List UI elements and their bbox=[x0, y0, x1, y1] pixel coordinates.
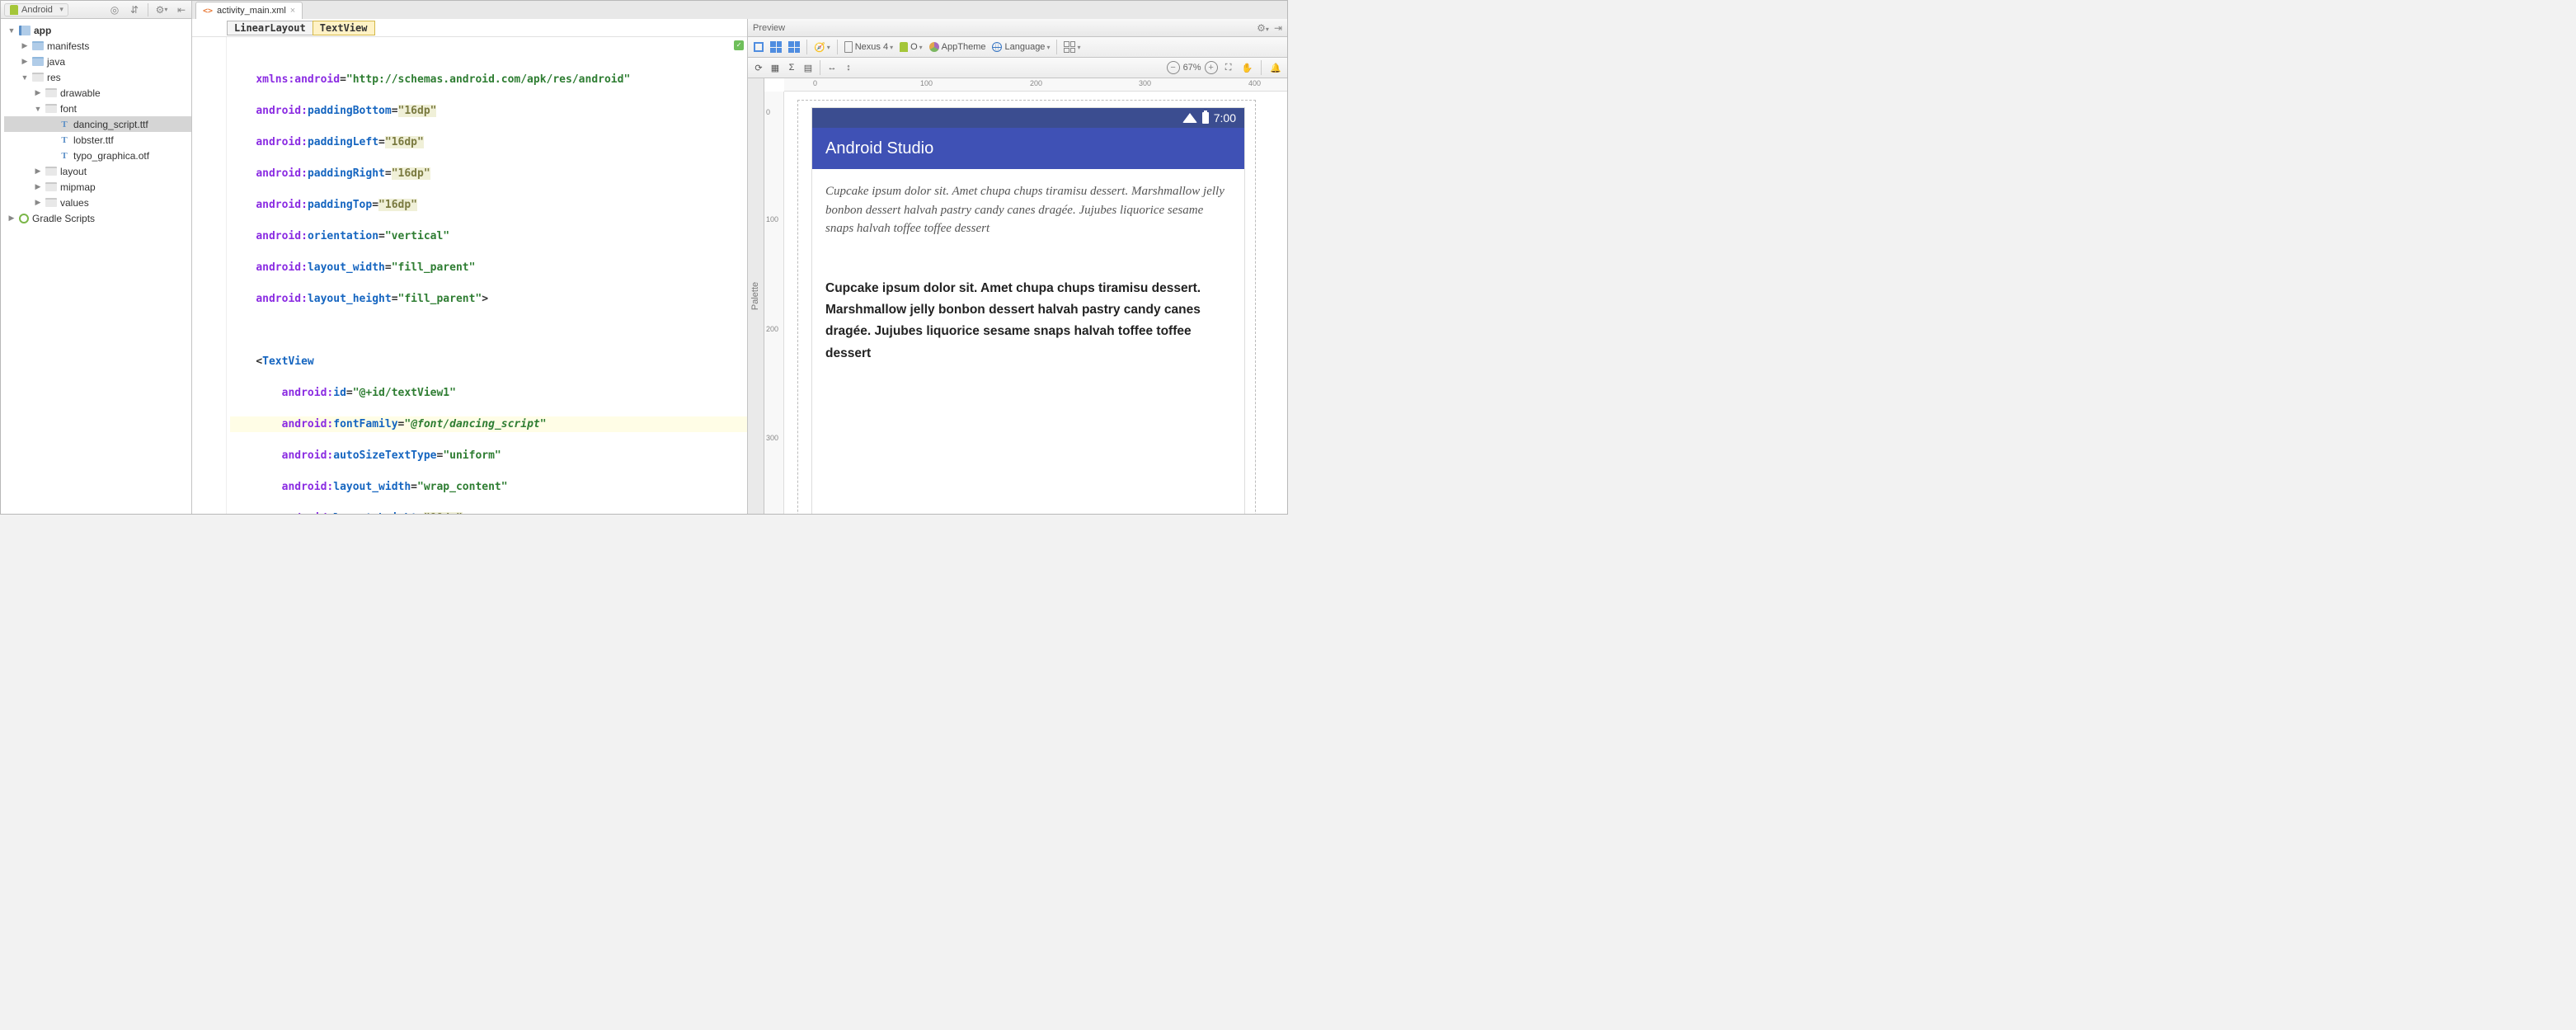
ruler-vertical: 0 100 200 300 bbox=[764, 92, 784, 514]
textview2[interactable]: Cupcake ipsum dolor sit. Amet chupa chup… bbox=[825, 278, 1231, 364]
device-icon bbox=[844, 41, 853, 53]
api-selector[interactable]: O▾ bbox=[897, 40, 925, 54]
status-time: 7:00 bbox=[1214, 111, 1236, 125]
folder-icon bbox=[32, 41, 44, 50]
zoom-level: 67% bbox=[1183, 63, 1201, 73]
tree-node-gradle-scripts[interactable]: ▶ Gradle Scripts bbox=[4, 210, 191, 226]
tree-node-lobster[interactable]: T lobster.ttf bbox=[4, 132, 191, 148]
refresh-button[interactable]: ⟳ bbox=[751, 60, 766, 75]
status-bar: 7:00 bbox=[812, 108, 1244, 128]
folder-icon bbox=[45, 104, 57, 113]
sigma-button[interactable]: Σ bbox=[784, 60, 799, 75]
preview-canvas[interactable]: 0 100 200 300 400 0 100 200 300 bbox=[764, 78, 1287, 514]
module-name: Android bbox=[21, 5, 53, 15]
app-bar: Android Studio bbox=[812, 128, 1244, 169]
target-icon[interactable]: ◎ bbox=[108, 3, 121, 16]
project-tree[interactable]: ▼ app ▶ manifests ▶ java ▼ res ▶ drawa bbox=[1, 19, 192, 514]
tree-node-res[interactable]: ▼ res bbox=[4, 69, 191, 85]
globe-icon bbox=[992, 42, 1002, 52]
both-view-button[interactable] bbox=[786, 40, 802, 54]
app-title: Android Studio bbox=[825, 139, 933, 158]
design-view-button[interactable] bbox=[751, 40, 766, 54]
inspection-ok-icon: ✓ bbox=[734, 40, 744, 50]
hide-icon[interactable]: ⇥ bbox=[1274, 22, 1282, 34]
palette-strip[interactable]: Palette bbox=[748, 78, 764, 514]
notifications-button[interactable]: 🔔 bbox=[1267, 60, 1284, 75]
tree-node-manifests[interactable]: ▶ manifests bbox=[4, 38, 191, 54]
close-icon[interactable]: × bbox=[290, 6, 295, 16]
font-file-icon: T bbox=[59, 135, 70, 145]
tree-node-font[interactable]: ▼ font bbox=[4, 101, 191, 116]
gear-icon[interactable]: ⚙▾ bbox=[1257, 22, 1269, 34]
code-editor[interactable]: ✓ xmlns:android="http://schemas.android.… bbox=[227, 37, 747, 514]
zoom-in-button[interactable]: + bbox=[1205, 61, 1218, 74]
tree-node-values[interactable]: ▶ values bbox=[4, 195, 191, 210]
folder-icon bbox=[45, 88, 57, 97]
layout-bounds-icon bbox=[1064, 41, 1075, 53]
editor-gutter[interactable] bbox=[192, 37, 227, 514]
breadcrumb-textview[interactable]: TextView bbox=[313, 21, 375, 35]
android-icon bbox=[10, 5, 18, 15]
tree-node-java[interactable]: ▶ java bbox=[4, 54, 191, 69]
expand-v-button[interactable]: ↕ bbox=[841, 60, 856, 75]
pan-button[interactable]: ✋ bbox=[1239, 60, 1256, 75]
font-file-icon: T bbox=[59, 120, 70, 129]
tree-node-mipmap[interactable]: ▶ mipmap bbox=[4, 179, 191, 195]
battery-icon bbox=[1202, 112, 1209, 124]
textview1[interactable]: Cupcake ipsum dolor sit. Amet chupa chup… bbox=[825, 182, 1231, 238]
ruler-horizontal: 0 100 200 300 400 bbox=[784, 78, 1287, 92]
stack-button[interactable]: ▤ bbox=[801, 60, 816, 75]
tree-node-dancing-script[interactable]: T dancing_script.ttf bbox=[4, 116, 191, 132]
device-frame[interactable]: 7:00 Android Studio Cupcake ipsum dolor … bbox=[812, 108, 1244, 514]
folder-icon bbox=[45, 182, 57, 191]
folder-icon bbox=[32, 57, 44, 66]
zoom-out-button[interactable]: − bbox=[1167, 61, 1180, 74]
language-selector[interactable]: Language▾ bbox=[990, 40, 1052, 54]
tab-label: activity_main.xml bbox=[217, 6, 286, 16]
tree-node-drawable[interactable]: ▶ drawable bbox=[4, 85, 191, 101]
layout-content[interactable]: Cupcake ipsum dolor sit. Amet chupa chup… bbox=[812, 169, 1244, 378]
module-icon bbox=[19, 26, 31, 35]
orientation-button[interactable]: 🧭▾ bbox=[811, 40, 833, 54]
tree-node-typo-graphica[interactable]: T typo_graphica.otf bbox=[4, 148, 191, 163]
folder-icon bbox=[32, 73, 44, 82]
gear-icon[interactable]: ⚙▾ bbox=[155, 3, 168, 16]
layout-variants-button[interactable]: ▾ bbox=[1061, 40, 1083, 54]
editor-tab-activity-main[interactable]: <> activity_main.xml × bbox=[195, 2, 303, 19]
breadcrumb-linearlayout[interactable]: LinearLayout bbox=[227, 21, 313, 35]
preview-header: Preview ⚙▾ ⇥ bbox=[748, 19, 1287, 37]
preview-toolbar: 🧭▾ Nexus 4▾ O▾ AppTheme Language▾ bbox=[748, 37, 1287, 58]
device-selector[interactable]: Nexus 4▾ bbox=[842, 40, 895, 54]
breadcrumb: LinearLayout TextView bbox=[192, 19, 747, 37]
module-selector[interactable]: Android bbox=[4, 3, 68, 16]
xml-file-icon: <> bbox=[203, 7, 213, 16]
collapse-icon[interactable]: ⇤ bbox=[175, 3, 188, 16]
preview-subtoolbar: ⟳ ▦ Σ ▤ ↔ ↕ − 67% + ⛶ ✋ 🔔 bbox=[748, 58, 1287, 78]
wifi-icon bbox=[1182, 113, 1197, 123]
android-icon bbox=[900, 42, 908, 52]
tree-node-app[interactable]: ▼ app bbox=[4, 22, 191, 38]
folder-icon bbox=[45, 198, 57, 207]
theme-icon bbox=[929, 42, 939, 52]
gradle-icon bbox=[19, 214, 29, 223]
sync-icon[interactable]: ⇵ bbox=[128, 3, 141, 16]
expand-h-button[interactable]: ↔ bbox=[825, 60, 839, 75]
folder-icon bbox=[45, 167, 57, 176]
theme-selector[interactable]: AppTheme bbox=[927, 40, 989, 54]
font-file-icon: T bbox=[59, 151, 70, 161]
fit-button[interactable]: ⛶ bbox=[1221, 60, 1236, 75]
palette-label: Palette bbox=[751, 282, 761, 310]
warnings-button[interactable]: ▦ bbox=[768, 60, 783, 75]
preview-title: Preview bbox=[753, 23, 785, 33]
tree-node-layout[interactable]: ▶ layout bbox=[4, 163, 191, 179]
blueprint-view-button[interactable] bbox=[768, 40, 784, 54]
